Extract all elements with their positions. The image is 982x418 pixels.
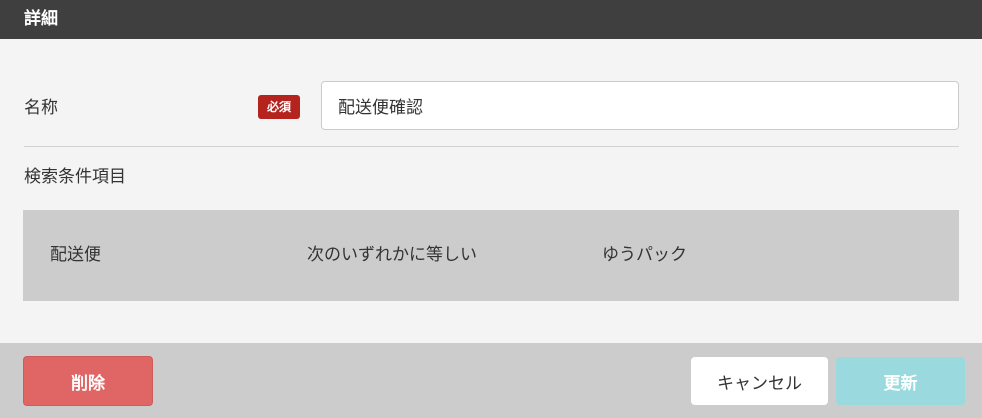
condition-field: 配送便 xyxy=(50,245,101,265)
condition-value: ゆうパック xyxy=(602,245,687,265)
dialog-title: 詳細 xyxy=(24,9,58,29)
update-button[interactable]: 更新 xyxy=(836,357,965,405)
search-conditions-title: 検索条件項目 xyxy=(24,167,126,187)
delete-button[interactable]: 削除 xyxy=(23,356,153,406)
cancel-button[interactable]: キャンセル xyxy=(691,357,828,405)
dialog-header: 詳細 xyxy=(0,0,982,39)
dialog-body: 名称 必須 検索条件項目 配送便 次のいずれかに等しい ゆうパック xyxy=(0,39,982,343)
condition-row[interactable]: 配送便 次のいずれかに等しい ゆうパック xyxy=(23,210,959,301)
name-input[interactable] xyxy=(321,81,959,130)
required-badge: 必須 xyxy=(258,95,300,119)
divider xyxy=(24,146,959,147)
name-label: 名称 xyxy=(24,98,58,118)
condition-operator: 次のいずれかに等しい xyxy=(307,245,477,265)
dialog-footer: 削除 キャンセル 更新 xyxy=(0,343,982,418)
